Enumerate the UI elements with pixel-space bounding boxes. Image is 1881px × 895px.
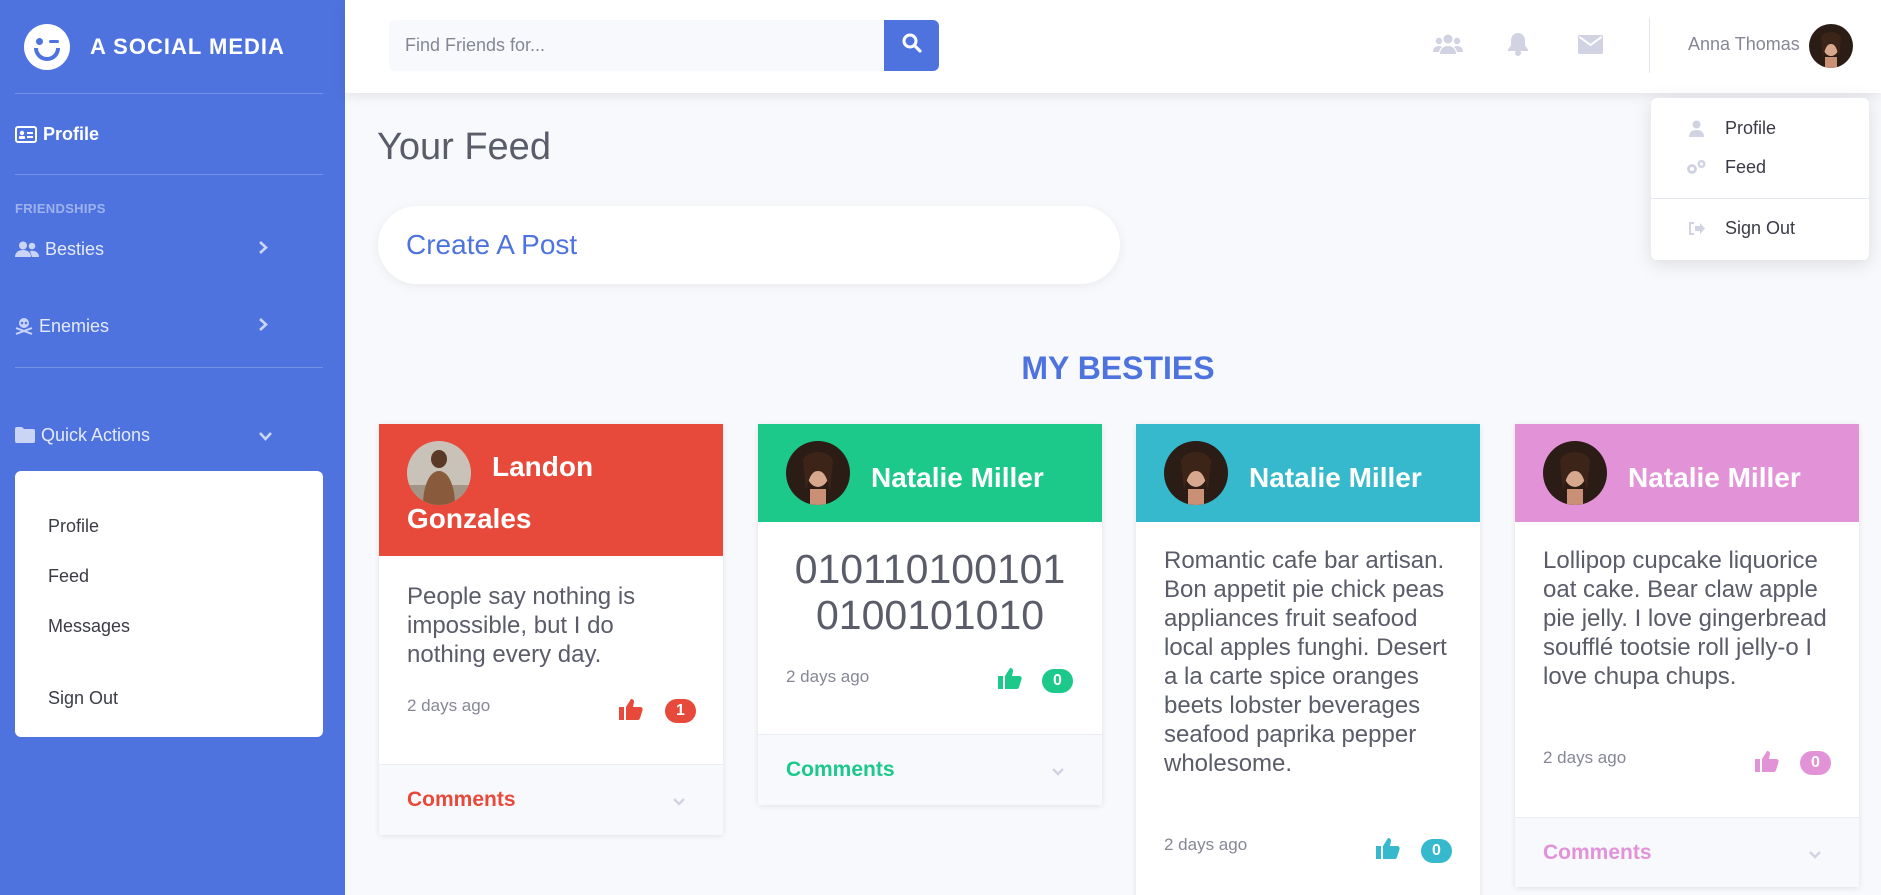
- comments-toggle[interactable]: Comments: [379, 764, 723, 835]
- chevron-right-icon: [258, 239, 268, 260]
- card-name: Natalie Miller: [871, 462, 1044, 493]
- card-name: Natalie Miller: [1628, 462, 1801, 493]
- search-input[interactable]: [389, 20, 884, 71]
- sidebar-item-label: Quick Actions: [41, 424, 151, 445]
- like-count-badge: 1: [665, 699, 696, 723]
- sign-out-icon: [1685, 221, 1707, 236]
- dropdown-divider: [1651, 198, 1869, 199]
- page-title: Your Feed: [377, 126, 551, 168]
- users-icon[interactable]: [1433, 33, 1463, 60]
- dropdown-item-label: Feed: [1725, 157, 1767, 177]
- chevron-down-icon: [1051, 763, 1065, 781]
- like-count-badge: 0: [1421, 839, 1452, 863]
- card-text: 010110100101 0100101010: [778, 546, 1082, 638]
- avatar: [1543, 441, 1607, 505]
- dropdown-item-profile[interactable]: Profile: [1685, 118, 1776, 139]
- card-name: Natalie Miller: [1249, 462, 1422, 493]
- dropdown-item-sign-out[interactable]: Sign Out: [1685, 218, 1795, 239]
- sidebar-item-label: Enemies: [39, 315, 110, 336]
- avatar: [1164, 441, 1228, 505]
- sidebar-item-besties[interactable]: Besties: [0, 224, 345, 274]
- card-timestamp: 2 days ago: [407, 696, 491, 715]
- card-header: Natalie Miller: [758, 424, 1102, 522]
- comments-label: Comments: [786, 758, 895, 781]
- bestie-card: Natalie Miller Lollipop cupcake liquoric…: [1515, 424, 1859, 887]
- bestie-card: Landon Gonzales People say nothing is im…: [379, 424, 723, 835]
- like-count-badge: 0: [1800, 751, 1831, 775]
- users-icon: [15, 241, 39, 258]
- comments-label: Comments: [407, 788, 516, 811]
- brand[interactable]: A SOCIAL MEDIA: [0, 0, 345, 93]
- comments-toggle[interactable]: Comments: [758, 734, 1102, 805]
- quick-actions-menu: Profile Feed Messages Sign Out: [15, 471, 323, 737]
- dropdown-item-feed[interactable]: Feed: [1685, 157, 1766, 178]
- card-text: Lollipop cupcake liquorice oat cake. Bea…: [1543, 547, 1827, 690]
- sidebar: A SOCIAL MEDIA Profile FRIENDSHIPS Besti…: [0, 0, 345, 895]
- avatar: [786, 441, 850, 505]
- user-icon: [1685, 120, 1707, 137]
- chevron-right-icon: [258, 316, 268, 337]
- card-header: Natalie Miller: [1136, 424, 1480, 522]
- like-count-badge: 0: [1042, 669, 1073, 693]
- card-timestamp: 2 days ago: [1543, 748, 1627, 767]
- card-timestamp: 2 days ago: [1164, 835, 1248, 854]
- sidebar-divider: [15, 174, 323, 175]
- dropdown-item-label: Profile: [1725, 118, 1777, 138]
- binary-line: 0100101010: [815, 592, 1045, 638]
- skull-crossbones-icon: [15, 317, 33, 335]
- bestie-card: Natalie Miller Romantic cafe bar artisan…: [1136, 424, 1480, 895]
- quick-action-profile[interactable]: Profile: [48, 516, 99, 537]
- card-header: Landon Gonzales: [379, 424, 723, 556]
- folder-icon: [15, 427, 35, 443]
- bell-icon[interactable]: [1507, 31, 1529, 61]
- search-icon: [902, 33, 922, 58]
- card-name-line1: Landon: [492, 451, 594, 482]
- thumbs-up-icon[interactable]: [1376, 837, 1400, 864]
- sidebar-item-profile[interactable]: Profile: [0, 94, 345, 174]
- card-text: People say nothing is impossible, but I …: [407, 583, 636, 668]
- topbar: Anna Thomas: [345, 0, 1881, 93]
- quick-action-feed[interactable]: Feed: [48, 566, 89, 587]
- comments-label: Comments: [1543, 841, 1652, 864]
- laugh-wink-icon: [24, 23, 70, 70]
- quick-action-messages[interactable]: Messages: [48, 616, 130, 637]
- cogs-icon: [1685, 159, 1707, 176]
- thumbs-up-icon[interactable]: [619, 698, 643, 725]
- user-name[interactable]: Anna Thomas: [1688, 34, 1800, 55]
- card-text: Romantic cafe bar artisan. Bon appetit p…: [1164, 547, 1447, 777]
- sidebar-item-label: Profile: [43, 123, 100, 144]
- create-post-button[interactable]: Create A Post: [378, 206, 1120, 284]
- card-name-line2: Gonzales: [407, 503, 532, 534]
- card-header: Natalie Miller: [1515, 424, 1859, 522]
- comments-toggle[interactable]: Comments: [1515, 817, 1859, 887]
- chevron-down-icon: [258, 425, 273, 446]
- binary-line: 010110100101: [794, 546, 1066, 592]
- quick-action-sign-out[interactable]: Sign Out: [48, 688, 118, 709]
- avatar[interactable]: [1809, 24, 1853, 68]
- bestie-card: Natalie Miller 010110100101 0100101010 2…: [758, 424, 1102, 805]
- brand-name: A SOCIAL MEDIA: [90, 33, 285, 59]
- section-heading-friendships: FRIENDSHIPS: [15, 201, 106, 216]
- thumbs-up-icon[interactable]: [998, 667, 1022, 694]
- sidebar-item-quick-actions[interactable]: Quick Actions: [0, 410, 345, 460]
- sidebar-item-label: Besties: [45, 238, 105, 259]
- search-button[interactable]: [884, 20, 939, 71]
- envelope-icon[interactable]: [1578, 35, 1603, 59]
- topbar-divider: [1649, 18, 1650, 73]
- thumbs-up-icon[interactable]: [1755, 750, 1779, 777]
- dropdown-item-label: Sign Out: [1725, 218, 1796, 238]
- id-card-icon: [15, 125, 37, 143]
- chevron-down-icon: [672, 793, 686, 811]
- user-dropdown: Profile Feed Sign Out: [1651, 98, 1869, 260]
- card-timestamp: 2 days ago: [786, 667, 870, 686]
- section-heading-my-besties: MY BESTIES: [1021, 350, 1215, 386]
- chevron-down-icon: [1808, 846, 1822, 864]
- sidebar-item-enemies[interactable]: Enemies: [0, 301, 345, 351]
